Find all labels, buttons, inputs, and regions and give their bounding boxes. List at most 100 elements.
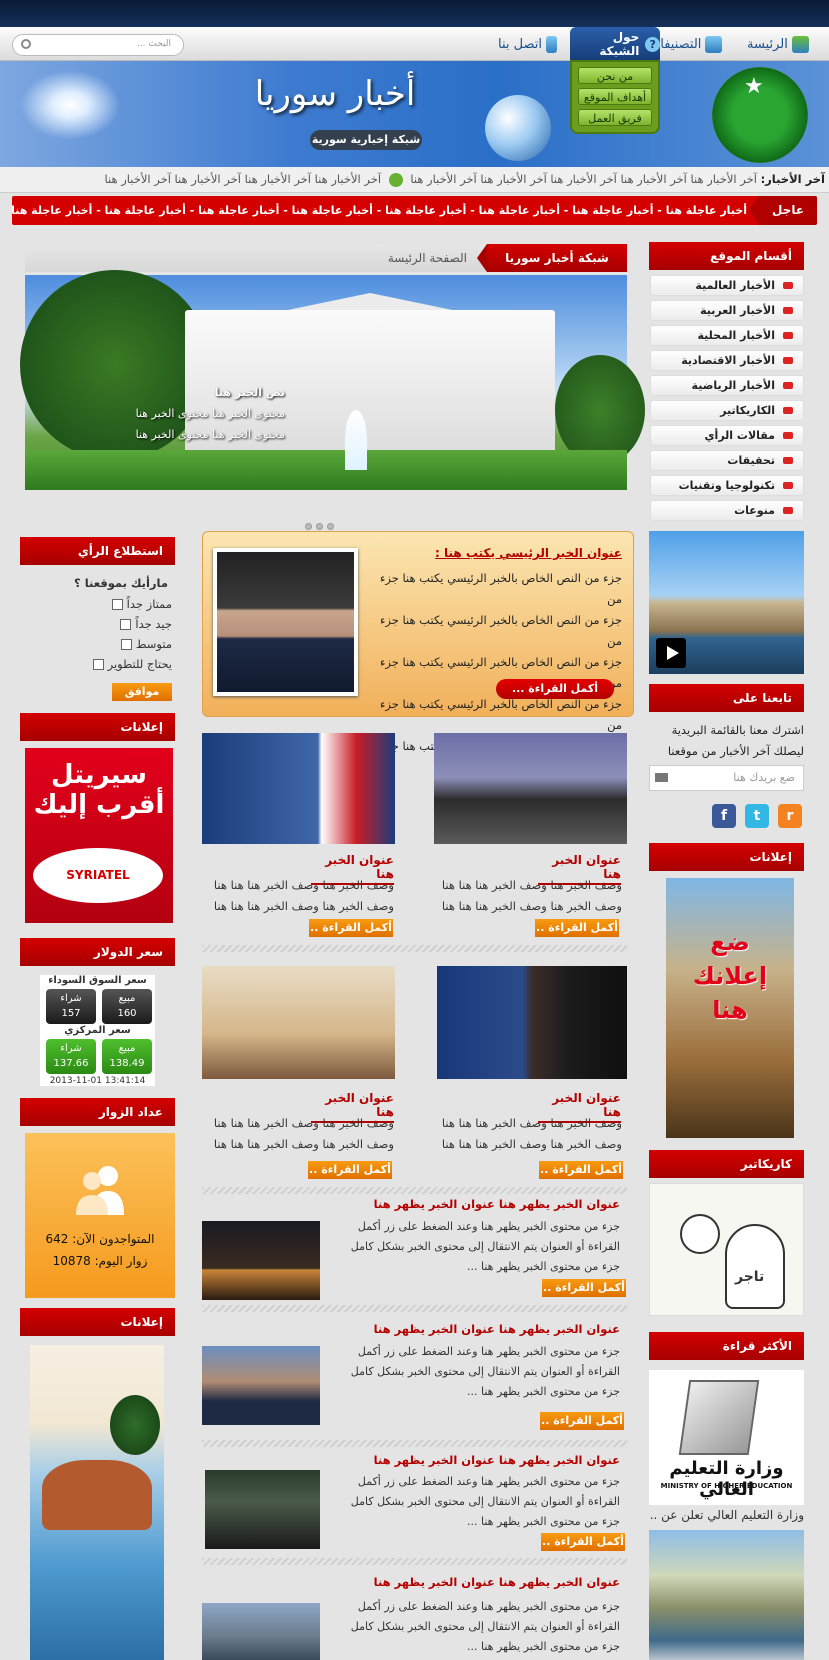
twitter-icon[interactable]: t (745, 804, 769, 828)
rates-date: 13:41:14 2013-11-01 (49, 1076, 146, 1086)
ministry-logo-ar: وزارة التعليم العالي (669, 1458, 784, 1500)
ticker-text-2[interactable]: آخر الأخبار هنا آخر الأخبار هنا آخر الأخ… (105, 172, 382, 186)
breadcrumb-site[interactable]: شبكة أخبار سوريا (477, 244, 627, 272)
list-news-title[interactable]: عنوان الخبر يظهر هنا عنوان الخبر يظهر هن… (330, 1575, 620, 1589)
right-ad-banner[interactable]: ضع إعلانك هنا (666, 878, 794, 1138)
top-bar (0, 0, 829, 27)
section-item[interactable]: الأخبار الاقتصادية (650, 350, 804, 371)
slider-dots (300, 515, 336, 530)
read-more-button[interactable]: أكمل القراءة .. (542, 1279, 626, 1297)
slider-tree-right (555, 355, 645, 465)
poll-submit-button[interactable]: موافق (112, 683, 172, 701)
divider (202, 1558, 627, 1565)
site-logo-subtitle: شبكة إخبارية سورية (310, 130, 422, 150)
section-item[interactable]: منوعات (650, 500, 804, 521)
site-logo-title[interactable]: أخبار سوريا (240, 74, 430, 114)
email-input[interactable]: ضع بريدك هنا (649, 765, 804, 791)
slider-dot[interactable] (316, 523, 323, 530)
slider-caption: نص الخبر هنا محتوى الخبر هنا محتوى الخبر… (80, 382, 285, 445)
read-more-button[interactable]: أكمل القراءة .. (540, 1412, 624, 1430)
ministry-image[interactable]: وزارة التعليم العالي MINISTRY OF HIGHER … (649, 1370, 804, 1505)
section-item[interactable]: الأخبار الرياضية (650, 375, 804, 396)
dollar-rates: سعر السوق السوداء مبيع 160 شراء 157 سعر ال… (40, 975, 155, 1086)
visitors-header: عداد الزوار (20, 1098, 175, 1126)
facebook-icon[interactable]: f (712, 804, 736, 828)
dropdown-item-about-us[interactable]: من نحن (578, 67, 652, 84)
caricature-image[interactable]: تاجر (649, 1183, 804, 1316)
ad-text-line: ضع (710, 928, 750, 956)
divider (202, 1440, 627, 1447)
read-more-button[interactable]: أكمل القراءة .. (309, 919, 393, 937)
most-read-header: الأكثر قراءة (649, 1332, 804, 1360)
poll-option[interactable]: يحتاج للتطوير (60, 657, 172, 671)
list-news-body: جزء من محتوى الخبر يظهر هنا وعند الضغط ع… (350, 1220, 620, 1273)
section-item[interactable]: مقالات الرأي (650, 425, 804, 446)
follow-text: اشترك معنا بالقائمة البريدية ليصلك آخر ا… (667, 723, 804, 758)
list-news-image[interactable] (202, 1346, 320, 1425)
breadcrumb-home[interactable]: الصفحة الرئيسة (388, 244, 467, 272)
news-ticker: آخر الأخبار: آخر الأخبار هنا آخر الأخبار… (0, 167, 829, 193)
section-item[interactable]: الأخبار المحلية (650, 325, 804, 346)
list-news-image[interactable] (205, 1470, 320, 1549)
nav-home[interactable]: الرئيسة (747, 36, 809, 53)
today-count: زوار اليوم: 10878 (52, 1254, 148, 1268)
list-news-image[interactable] (202, 1603, 320, 1660)
tourism-ad[interactable] (30, 1345, 164, 1660)
search-input[interactable]: البحث ... (12, 34, 184, 56)
slider-fountain (345, 410, 367, 470)
search-icon[interactable] (21, 39, 31, 49)
main-feature-image[interactable] (213, 548, 358, 696)
list-news-title[interactable]: عنوان الخبر يظهر هنا عنوان الخبر يظهر هن… (330, 1197, 620, 1211)
list-news-image[interactable] (202, 1221, 320, 1300)
black-sell: مبيع 160 (102, 989, 152, 1024)
syriatel-ad[interactable]: سيريتل أقرب إليك SYRIATEL (25, 748, 173, 923)
main-feature-title[interactable]: عنوان الخبر الرئيسي يكتب هنا : (370, 546, 622, 560)
news-desc: وصف الخبر هنا وصف الخبر هنا هنا هنا وصف ا… (441, 878, 622, 913)
news-image[interactable] (202, 966, 395, 1079)
news-image[interactable] (202, 733, 395, 844)
section-item[interactable]: تحقيقات (650, 450, 804, 471)
section-item[interactable]: الأخبار العربية (650, 300, 804, 321)
palm-tree (110, 1395, 160, 1455)
caricature-word: تاجر (735, 1269, 765, 1285)
nav-about[interactable]: ? حول الشبكة (570, 27, 660, 61)
most-read-image[interactable] (649, 1530, 804, 1660)
read-more-button[interactable]: أكمل القراءة .. (541, 1533, 625, 1551)
play-icon[interactable] (656, 638, 686, 668)
slider-dot[interactable] (305, 523, 312, 530)
dropdown-item-goals[interactable]: أهداف الموقع (578, 88, 652, 105)
question-icon: ? (645, 36, 660, 52)
list-news-title[interactable]: عنوان الخبر يظهر هنا عنوان الخبر يظهر هن… (330, 1453, 620, 1467)
dropdown-item-team[interactable]: فريق العمل (578, 109, 652, 126)
urgent-text[interactable]: أخبار عاجلة هنا - أخبار عاجلة هنا - أخبا… (12, 196, 747, 225)
right-ads-header: إعلانات (649, 843, 804, 871)
section-item[interactable]: تكنولوجيا وتقنيات (650, 475, 804, 496)
read-more-button[interactable]: أكمل القراءة .. (308, 1161, 392, 1179)
follow-header: تابعنا على (649, 684, 804, 712)
news-image[interactable] (437, 966, 627, 1079)
slider-caption-line: محتوى الخبر هنا محتوى الخبر هنا (135, 428, 285, 441)
main-feature-read-more[interactable]: أكمل القراءة ... (496, 679, 614, 699)
slider-dot[interactable] (327, 523, 334, 530)
news-desc: وصف الخبر هنا وصف الخبر هنا هنا هنا وصف ا… (213, 1116, 394, 1151)
ticker-text[interactable]: آخر الأخبار هنا آخر الأخبار هنا آخر الأخ… (410, 172, 757, 186)
castle-image (42, 1460, 152, 1530)
breadcrumb: شبكة أخبار سوريا الصفحة الرئيسة (25, 244, 627, 272)
read-more-button[interactable]: أكمل القراءة .. (539, 1161, 623, 1179)
slider-caption-title[interactable]: نص الخبر هنا (80, 382, 285, 403)
read-more-button[interactable]: أكمل القراءة .. (535, 919, 619, 937)
most-read-caption[interactable]: وزارة التعليم العالي تعلن عن .. (649, 1508, 804, 1522)
nav-contact[interactable]: اتصل بنا (498, 36, 557, 53)
black-buy: شراء 157 (46, 989, 96, 1024)
section-item[interactable]: الأخبار العالمية (650, 275, 804, 296)
section-item[interactable]: الكاريكاتير (650, 400, 804, 421)
sun-flare (20, 70, 120, 140)
poll-option[interactable]: متوسط (60, 637, 172, 651)
poll-header: استطلاع الرأي (20, 537, 175, 565)
poll-option[interactable]: جيد جداً (60, 617, 172, 631)
list-news-title[interactable]: عنوان الخبر يظهر هنا عنوان الخبر يظهر هن… (330, 1322, 620, 1336)
news-image[interactable] (434, 733, 627, 844)
rss-icon[interactable]: r (778, 804, 802, 828)
list-news-body: جزء من محتوى الخبر يظهر هنا وعند الضغط ع… (350, 1475, 620, 1528)
poll-option[interactable]: ممتاز جداً (60, 597, 172, 611)
